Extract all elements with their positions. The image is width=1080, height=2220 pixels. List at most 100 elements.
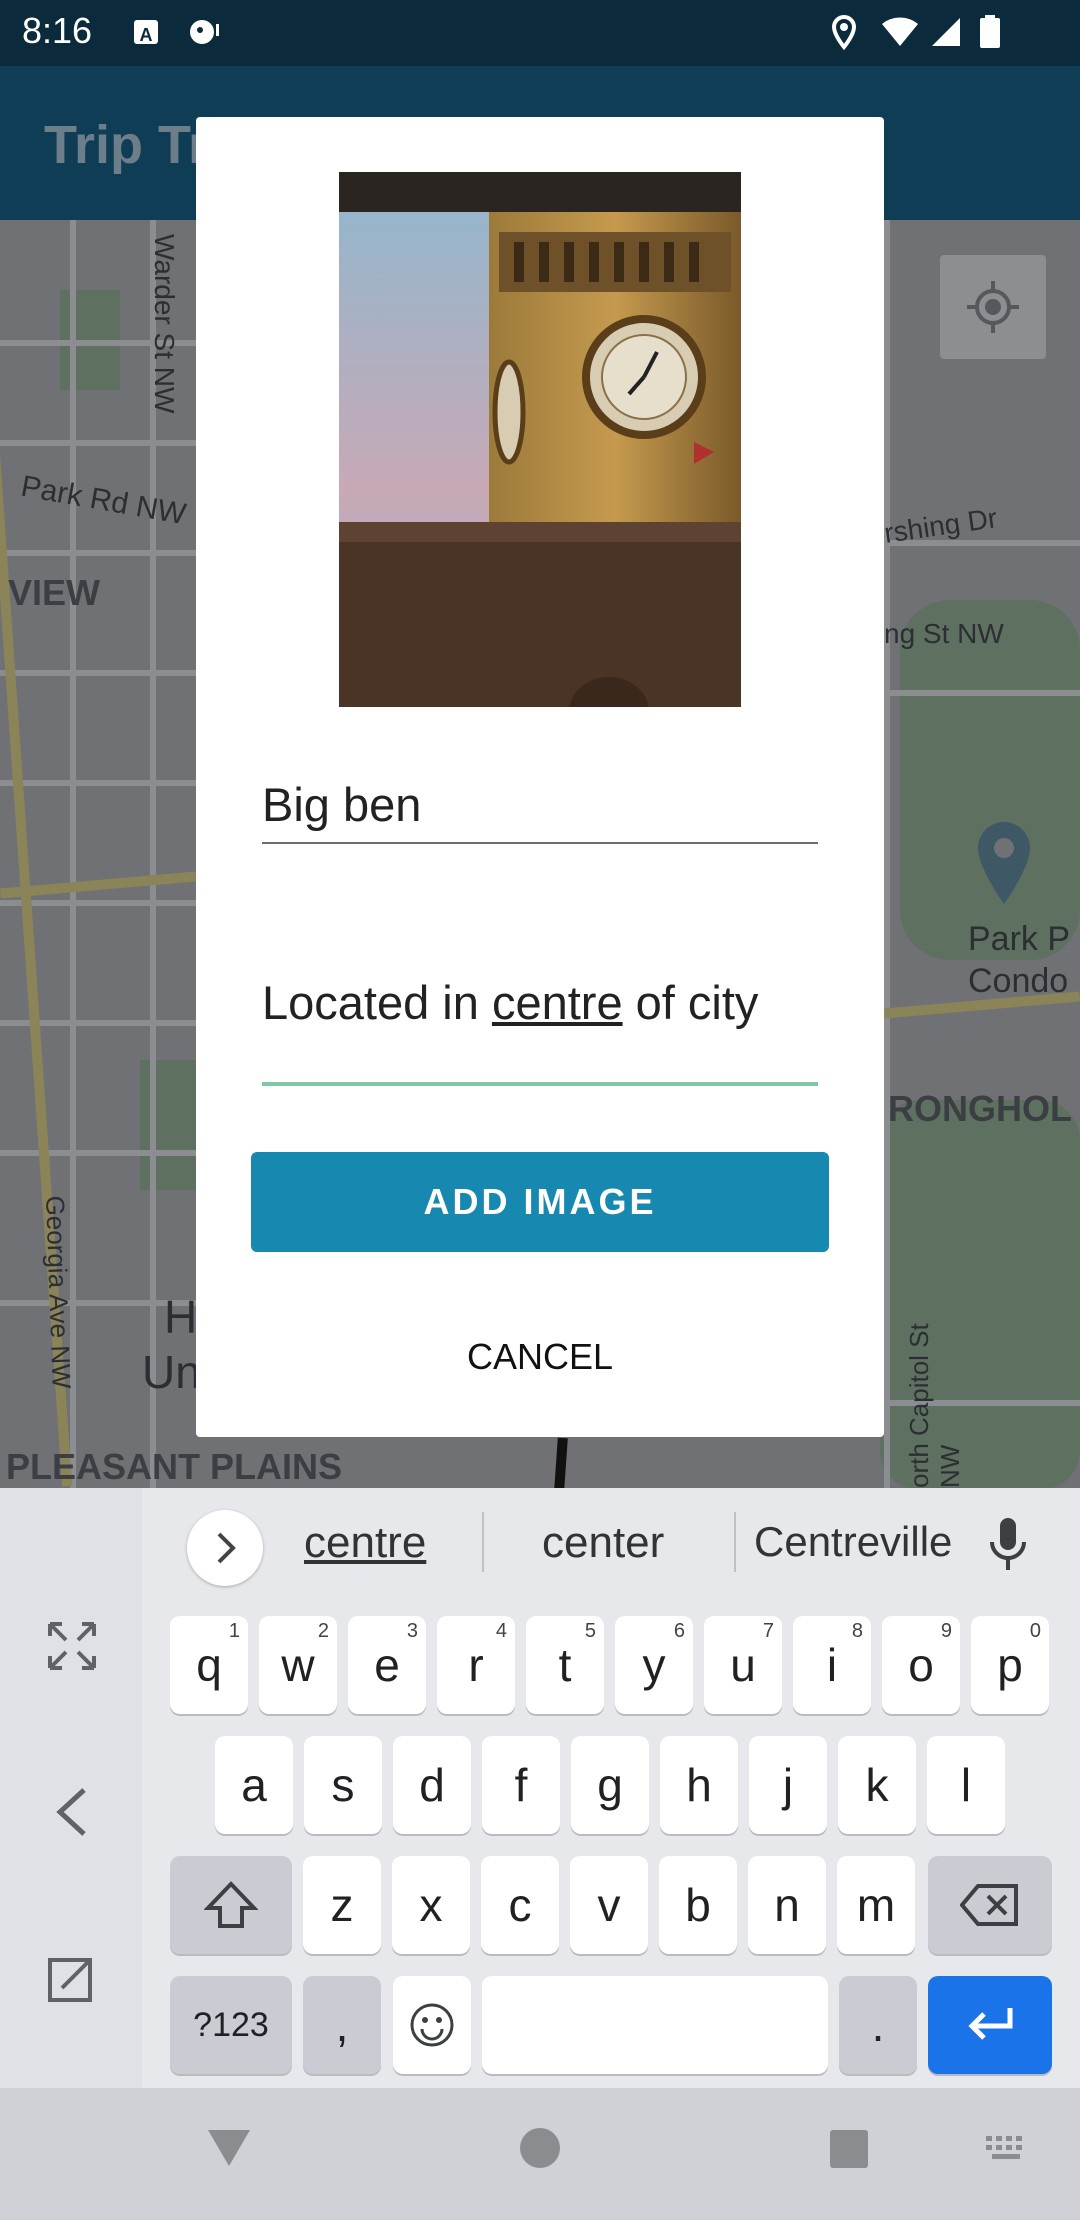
key-h[interactable]: h <box>660 1736 738 1834</box>
key-s[interactable]: s <box>304 1736 382 1834</box>
notification-a-icon: A <box>134 20 158 45</box>
key-q[interactable]: q1 <box>170 1616 248 1714</box>
key-a[interactable]: a <box>215 1736 293 1834</box>
key-b-label: b <box>685 1879 711 1931</box>
key-z-label: z <box>330 1879 354 1931</box>
shift-key[interactable] <box>170 1856 292 1954</box>
key-r-label: r <box>468 1639 484 1691</box>
nav-home-icon[interactable] <box>518 2126 562 2170</box>
key-t-label: t <box>558 1639 572 1691</box>
key-i-hint: 8 <box>851 1620 863 1642</box>
emoji-key[interactable] <box>393 1976 471 2074</box>
key-t[interactable]: t5 <box>526 1616 604 1714</box>
place-name-input[interactable]: Big ben <box>262 777 818 832</box>
nav-recents-icon[interactable] <box>828 2128 870 2170</box>
key-o[interactable]: o9 <box>882 1616 960 1714</box>
enter-key[interactable] <box>928 1976 1052 2074</box>
crosshair-icon <box>967 281 1019 333</box>
map-label-un: Un <box>142 1346 201 1398</box>
key-e-hint: 3 <box>406 1620 418 1642</box>
key-g[interactable]: g <box>571 1736 649 1834</box>
description-prefix: Located in <box>262 976 492 1029</box>
expand-icon[interactable] <box>44 1618 100 1674</box>
map-label-park-p: Park P <box>968 920 1071 958</box>
map-pin-icon[interactable] <box>974 820 1034 906</box>
keyboard-switch-icon[interactable] <box>984 2134 1030 2164</box>
key-n[interactable]: n <box>748 1856 826 1954</box>
comma-key-label: , <box>335 1999 349 2051</box>
map-label-stronghold: RONGHOL <box>888 1088 1072 1129</box>
key-v[interactable]: v <box>570 1856 648 1954</box>
add-image-button[interactable]: ADD IMAGE <box>251 1152 829 1252</box>
period-key[interactable]: . <box>839 1976 917 2074</box>
map-label-pleasant: PLEASANT PLAINS <box>6 1446 343 1487</box>
map-route-segment <box>554 1437 568 1488</box>
place-name-underline <box>262 842 818 844</box>
space-key[interactable] <box>482 1976 828 2074</box>
key-u[interactable]: u7 <box>704 1616 782 1714</box>
key-n-label: n <box>774 1879 800 1931</box>
backspace-key[interactable] <box>928 1856 1052 1954</box>
suggestion-expand-button[interactable] <box>187 1510 263 1586</box>
key-b[interactable]: b <box>659 1856 737 1954</box>
system-nav-bar <box>0 2088 1080 2220</box>
key-o-label: o <box>908 1639 934 1691</box>
key-y-hint: 6 <box>673 1620 685 1642</box>
key-w-hint: 2 <box>317 1620 329 1642</box>
my-location-button[interactable] <box>940 255 1046 359</box>
key-r[interactable]: r4 <box>437 1616 515 1714</box>
suggestion-3[interactable]: Centreville <box>754 1518 952 1566</box>
app-title: Trip Tr <box>44 115 210 175</box>
key-y[interactable]: y6 <box>615 1616 693 1714</box>
key-f[interactable]: f <box>482 1736 560 1834</box>
back-arrow-icon[interactable] <box>50 1784 94 1840</box>
notification-bot-icon <box>190 20 219 44</box>
location-icon <box>831 14 857 50</box>
backspace-icon <box>960 1884 1018 1926</box>
key-x[interactable]: x <box>392 1856 470 1954</box>
map-label-warder: Warder St NW <box>149 234 180 414</box>
key-q-label: q <box>196 1639 222 1691</box>
key-p-label: p <box>997 1639 1023 1691</box>
chevron-right-icon <box>217 1532 236 1564</box>
key-i[interactable]: i8 <box>793 1616 871 1714</box>
place-name-value: Big ben <box>262 778 422 831</box>
key-d[interactable]: d <box>393 1736 471 1834</box>
map-label-capitol: orth Capitol St NW <box>904 1323 965 1488</box>
key-m[interactable]: m <box>837 1856 915 1954</box>
key-h-label: h <box>686 1759 712 1811</box>
key-z[interactable]: z <box>303 1856 381 1954</box>
key-j[interactable]: j <box>749 1736 827 1834</box>
nav-back-icon[interactable] <box>206 2126 252 2168</box>
place-description-input[interactable]: Located in centre of city <box>262 975 818 1030</box>
key-w[interactable]: w2 <box>259 1616 337 1714</box>
signal-icon <box>932 18 960 46</box>
svg-text:A: A <box>140 25 153 45</box>
suggestion-2[interactable]: center <box>542 1518 664 1568</box>
key-l[interactable]: l <box>927 1736 1005 1834</box>
key-o-hint: 9 <box>940 1620 952 1642</box>
place-photo <box>339 172 741 707</box>
emoji-icon <box>410 2003 454 2047</box>
key-c[interactable]: c <box>481 1856 559 1954</box>
symbols-key[interactable]: ?123 <box>170 1976 292 2074</box>
status-bar: 8:16 A <box>0 0 1080 66</box>
description-suffix: of city <box>622 976 759 1029</box>
cancel-button[interactable]: CANCEL <box>440 1327 640 1387</box>
key-j-label: j <box>782 1759 794 1811</box>
key-k-label: k <box>865 1759 889 1811</box>
key-k[interactable]: k <box>838 1736 916 1834</box>
key-e-label: e <box>374 1639 400 1691</box>
key-e[interactable]: e3 <box>348 1616 426 1714</box>
add-place-dialog: Big ben Located in centre of city ADD IM… <box>196 117 884 1437</box>
suggestion-1[interactable]: centre <box>304 1518 426 1568</box>
battery-icon <box>980 15 1000 48</box>
key-a-label: a <box>241 1759 267 1811</box>
key-p[interactable]: p0 <box>971 1616 1049 1714</box>
key-s-label: s <box>331 1759 355 1811</box>
undock-icon[interactable] <box>44 1950 100 2006</box>
status-time: 8:16 <box>22 10 93 51</box>
microphone-icon[interactable] <box>986 1514 1030 1574</box>
key-u-label: u <box>730 1639 756 1691</box>
comma-key[interactable]: , <box>303 1976 381 2074</box>
